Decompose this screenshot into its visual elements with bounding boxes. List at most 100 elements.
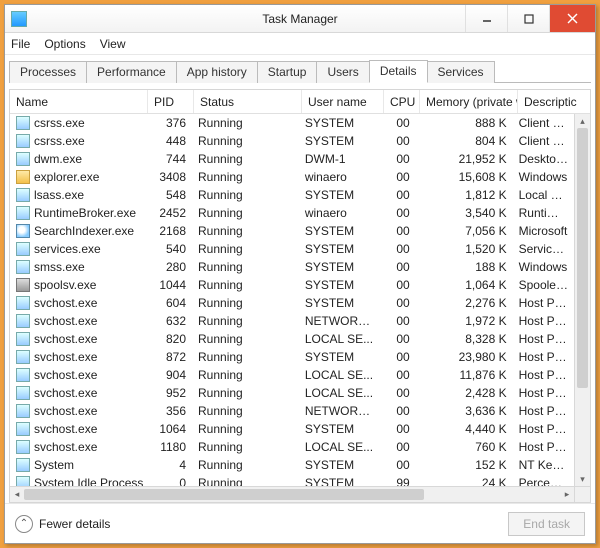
fewer-details-button[interactable]: ⌃ Fewer details [15, 515, 110, 533]
cell-user: winaero [299, 206, 380, 220]
cell-memory: 15,608 K [416, 170, 513, 184]
cell-memory: 11,876 K [416, 368, 513, 382]
cell-pid: 356 [146, 404, 192, 418]
table-row[interactable]: csrss.exe448RunningSYSTEM00804 KClient S… [10, 132, 574, 150]
vertical-scrollbar[interactable]: ▴ ▾ [574, 114, 590, 486]
cell-description: Host Proc [513, 422, 574, 436]
cell-pid: 2452 [146, 206, 192, 220]
scroll-up-icon[interactable]: ▴ [575, 114, 590, 128]
cell-user: NETWORK... [299, 314, 380, 328]
cell-user: SYSTEM [299, 476, 380, 486]
cell-name: System [34, 458, 74, 472]
table-row[interactable]: RuntimeBroker.exe2452Runningwinaero003,5… [10, 204, 574, 222]
table-row[interactable]: svchost.exe604RunningSYSTEM002,276 KHost… [10, 294, 574, 312]
table-row[interactable]: spoolsv.exe1044RunningSYSTEM001,064 KSpo… [10, 276, 574, 294]
cell-status: Running [192, 440, 299, 454]
process-icon [16, 314, 30, 328]
cell-user: SYSTEM [299, 422, 380, 436]
horizontal-scroll-thumb[interactable] [24, 489, 424, 500]
tab-app-history[interactable]: App history [176, 61, 258, 83]
cell-pid: 2168 [146, 224, 192, 238]
cell-pid: 1064 [146, 422, 192, 436]
col-header-memory[interactable]: Memory (private w... [420, 90, 518, 113]
scroll-left-icon[interactable]: ◂ [10, 487, 24, 502]
table-row[interactable]: svchost.exe356RunningNETWORK...003,636 K… [10, 402, 574, 420]
tab-performance[interactable]: Performance [86, 61, 177, 83]
cell-user: DWM-1 [299, 152, 380, 166]
cell-description: Host Proc [513, 368, 574, 382]
titlebar[interactable]: Task Manager [5, 5, 595, 33]
close-button[interactable] [549, 5, 595, 32]
col-header-status[interactable]: Status [194, 90, 302, 113]
col-header-user[interactable]: User name [302, 90, 384, 113]
table-row[interactable]: services.exe540RunningSYSTEM001,520 KSer… [10, 240, 574, 258]
col-header-description[interactable]: Descriptic [518, 90, 580, 113]
cell-cpu: 00 [380, 188, 416, 202]
tab-details[interactable]: Details [369, 60, 428, 83]
cell-description: Runtime B [513, 206, 574, 220]
cell-description: Microsoft [513, 224, 574, 238]
scroll-right-icon[interactable]: ▸ [560, 487, 574, 502]
minimize-button[interactable] [465, 5, 507, 32]
process-icon [16, 242, 30, 256]
table-row[interactable]: System4RunningSYSTEM00152 KNT Kernel [10, 456, 574, 474]
scroll-down-icon[interactable]: ▾ [575, 472, 590, 486]
process-icon [16, 170, 30, 184]
cell-memory: 2,428 K [416, 386, 513, 400]
close-icon [567, 13, 578, 24]
table-row[interactable]: explorer.exe3408Runningwinaero0015,608 K… [10, 168, 574, 186]
tab-users[interactable]: Users [316, 61, 369, 83]
horizontal-scrollbar[interactable]: ◂ ▸ [10, 486, 574, 502]
cell-cpu: 00 [380, 116, 416, 130]
cell-description: Windows [513, 260, 574, 274]
cell-status: Running [192, 134, 299, 148]
maximize-button[interactable] [507, 5, 549, 32]
table-row[interactable]: svchost.exe952RunningLOCAL SE...002,428 … [10, 384, 574, 402]
cell-name: spoolsv.exe [34, 278, 96, 292]
cell-pid: 604 [146, 296, 192, 310]
cell-status: Running [192, 350, 299, 364]
cell-status: Running [192, 296, 299, 310]
cell-status: Running [192, 404, 299, 418]
table-row[interactable]: svchost.exe872RunningSYSTEM0023,980 KHos… [10, 348, 574, 366]
table-row[interactable]: svchost.exe1180RunningLOCAL SE...00760 K… [10, 438, 574, 456]
cell-user: LOCAL SE... [299, 440, 380, 454]
menu-file[interactable]: File [11, 37, 30, 51]
cell-cpu: 00 [380, 278, 416, 292]
tab-processes[interactable]: Processes [9, 61, 87, 83]
end-task-label: End task [523, 517, 570, 531]
vertical-scroll-thumb[interactable] [577, 128, 588, 388]
table-row[interactable]: svchost.exe1064RunningSYSTEM004,440 KHos… [10, 420, 574, 438]
cell-cpu: 00 [380, 242, 416, 256]
tab-startup[interactable]: Startup [257, 61, 318, 83]
tab-services[interactable]: Services [427, 61, 495, 83]
col-header-cpu[interactable]: CPU [384, 90, 420, 113]
cell-description: Client Ser [513, 116, 574, 130]
col-header-pid[interactable]: PID [148, 90, 194, 113]
cell-description: Host Proc [513, 440, 574, 454]
table-row[interactable]: svchost.exe632RunningNETWORK...001,972 K… [10, 312, 574, 330]
process-icon [16, 296, 30, 310]
table-row[interactable]: SearchIndexer.exe2168RunningSYSTEM007,05… [10, 222, 574, 240]
table-row[interactable]: csrss.exe376RunningSYSTEM00888 KClient S… [10, 114, 574, 132]
col-header-name[interactable]: Name [10, 90, 148, 113]
table-row[interactable]: smss.exe280RunningSYSTEM00188 KWindows [10, 258, 574, 276]
menu-options[interactable]: Options [44, 37, 85, 51]
menu-view[interactable]: View [100, 37, 126, 51]
table-row[interactable]: svchost.exe904RunningLOCAL SE...0011,876… [10, 366, 574, 384]
cell-memory: 1,064 K [416, 278, 513, 292]
cell-description: Host Proc [513, 386, 574, 400]
table-row[interactable]: lsass.exe548RunningSYSTEM001,812 KLocal … [10, 186, 574, 204]
cell-cpu: 00 [380, 368, 416, 382]
cell-cpu: 00 [380, 260, 416, 274]
table-row[interactable]: svchost.exe820RunningLOCAL SE...008,328 … [10, 330, 574, 348]
cell-user: SYSTEM [299, 116, 380, 130]
cell-pid: 872 [146, 350, 192, 364]
cell-cpu: 00 [380, 440, 416, 454]
process-icon [16, 458, 30, 472]
table-row[interactable]: System Idle Process0RunningSYSTEM9924 KP… [10, 474, 574, 486]
cell-description: Host Proc [513, 332, 574, 346]
end-task-button[interactable]: End task [508, 512, 585, 536]
cell-cpu: 00 [380, 170, 416, 184]
table-row[interactable]: dwm.exe744RunningDWM-10021,952 KDesktop … [10, 150, 574, 168]
